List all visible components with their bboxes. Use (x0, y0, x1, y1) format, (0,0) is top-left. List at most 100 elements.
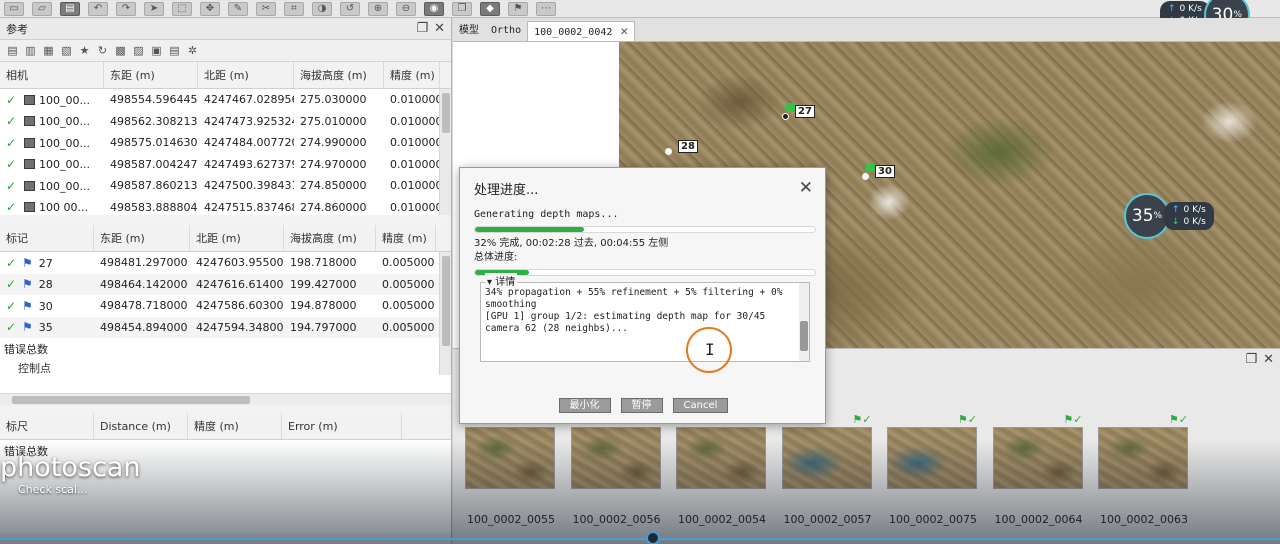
star-icon[interactable]: ★ (78, 44, 91, 57)
photo-thumbnail[interactable]: ⚑✓ 100_0002_0075 (887, 413, 979, 526)
redo-icon[interactable]: ↷ (116, 1, 136, 16)
photo-thumbnail[interactable]: ⚑✓ 100_0002_0057 (781, 413, 874, 526)
table-row[interactable]: ✓ 100_00... 498575.014630 4247484.007720 274… (0, 132, 451, 154)
marker-table-hscroll[interactable] (0, 393, 451, 405)
zoom-out-icon[interactable]: ⊖ (396, 1, 416, 16)
col-easting[interactable]: 东距 (m) (104, 62, 198, 88)
pause-button[interactable]: 暂停 (620, 398, 663, 413)
col-northing[interactable]: 北距 (m) (198, 62, 294, 88)
rotate-icon[interactable]: ◑ (312, 1, 332, 16)
cancel-button[interactable]: Cancel (672, 398, 729, 413)
table-row[interactable]: ✓ ⚑ 28 498464.142000 4247616.614000 199.42700… (0, 273, 451, 295)
table-row[interactable]: ✓ ⚑ 27 498481.297000 4247603.955000 198.71800… (0, 252, 451, 274)
checkbox-icon[interactable]: ✓ (6, 93, 20, 107)
settings-tools-icon[interactable]: ✲ (186, 44, 199, 57)
table-edit-icon[interactable]: ▨ (132, 44, 145, 57)
photo-thumbnail[interactable]: ⚑✓ 100_0002_0064 (992, 413, 1085, 526)
reset-icon[interactable]: ↺ (340, 1, 360, 16)
pointer-icon[interactable]: ➤ (144, 1, 164, 16)
table-row[interactable]: ✓ 100_00... 498587.860213 4247500.398431 274… (0, 175, 451, 197)
camera-table-scrollbar[interactable] (439, 89, 451, 215)
cut-icon[interactable]: ✂ (256, 1, 276, 16)
crop-icon[interactable]: ⌗ (284, 1, 304, 16)
col-marker[interactable]: 标记 (0, 225, 94, 251)
table-row[interactable]: ✓ 100 00... 498583.888804 4247515.837468 274… (0, 197, 451, 219)
checkbox-icon[interactable]: ✓ (6, 157, 20, 171)
checkbox-icon[interactable]: ✓ (6, 299, 20, 313)
video-progress-knob[interactable] (646, 531, 660, 544)
table-row[interactable]: ✓ 100_00... 498554.596445 4247467.028956 275… (0, 89, 451, 111)
save-icon[interactable]: ▤ (60, 1, 80, 16)
checkbox-icon[interactable]: ✓ (6, 200, 20, 214)
aligned-flag-check-icon: ⚑✓ (957, 413, 977, 426)
col-accuracy[interactable]: 精度 (m) (384, 62, 440, 88)
col-marker-accuracy[interactable]: 精度 (m) (376, 225, 436, 251)
camera-icon (24, 159, 35, 170)
video-progress-line[interactable] (0, 538, 1280, 540)
table-row[interactable]: ✓ 100_00... 498562.308213 4247473.925324 275… (0, 111, 451, 133)
upload-unit: K/s (1188, 4, 1202, 14)
checkbox-icon[interactable]: ✓ (6, 179, 20, 193)
check-scale-label[interactable]: Check scal... (18, 483, 87, 496)
refresh-icon[interactable]: ↻ (96, 44, 109, 57)
marker-27[interactable]: 27 (782, 103, 815, 120)
photo-thumbnail[interactable]: ⚑✓100_0002_0056 (570, 413, 663, 526)
close-photos-icon[interactable]: ✕ (1263, 352, 1274, 367)
open-icon[interactable]: ▱ (32, 1, 52, 16)
checkbox-icon[interactable]: ✓ (6, 114, 20, 128)
details-toggle[interactable]: ▾ 详情 (485, 273, 518, 288)
move-icon[interactable]: ✥ (200, 1, 220, 16)
checkbox-icon[interactable]: ✓ (6, 136, 20, 150)
mesh-icon[interactable]: ◆ (480, 1, 500, 16)
checkbox-icon[interactable]: ✓ (6, 256, 20, 270)
marker-28[interactable]: 28 (665, 140, 698, 155)
camera-icon[interactable]: ◉ (424, 1, 444, 16)
col-altitude[interactable]: 海拔高度 (m) (294, 62, 384, 88)
float-panel-icon[interactable]: ❐ (416, 21, 428, 36)
table-icon[interactable]: ▩ (114, 44, 127, 57)
photo-thumbnail[interactable]: ⚑✓100_0002_0054 (676, 413, 768, 526)
details-log[interactable]: 34% propagation + 55% refinement + 5% fi… (481, 283, 809, 335)
undo-icon[interactable]: ↶ (88, 1, 108, 16)
col-scale-accuracy[interactable]: 精度 (m) (188, 413, 282, 439)
col-scalebar[interactable]: 标尺 (0, 413, 94, 439)
select-rect-icon[interactable]: ⬚ (172, 1, 192, 16)
dots-icon[interactable]: ⋯ (536, 1, 556, 16)
table-row[interactable]: ✓ 100_00... 498587.004247 4247493.627379 274… (0, 154, 451, 176)
marker-30[interactable]: 30 (862, 163, 895, 180)
table-row[interactable]: ✓ ⚑ 35 498454.894000 4247594.348000 194.79700… (0, 316, 451, 338)
minimize-button[interactable]: 最小化 (558, 398, 611, 413)
zoom-in-icon[interactable]: ⊕ (368, 1, 388, 16)
float-photos-icon[interactable]: ❐ (1245, 352, 1257, 367)
table-calc-icon[interactable]: ▣ (150, 44, 163, 57)
marker-table-scrollbar[interactable] (439, 252, 451, 375)
photo-thumbnail[interactable]: ⚑✓100_0002_0055 (465, 413, 557, 526)
tab-ortho[interactable]: Ortho (485, 21, 527, 41)
col-distance[interactable]: Distance (m) (94, 413, 188, 439)
table-view-icon[interactable]: ▤ (168, 44, 181, 57)
control-points-label[interactable]: 控制点 (0, 360, 451, 376)
col-marker-northing[interactable]: 北距 (m) (190, 225, 284, 251)
dialog-close-icon[interactable]: ✕ (799, 178, 813, 198)
layers-icon[interactable]: ❐ (452, 1, 472, 16)
checkbox-icon[interactable]: ✓ (6, 277, 20, 291)
ruler-icon[interactable]: ✎ (228, 1, 248, 16)
details-scrollbar[interactable] (799, 283, 809, 361)
close-panel-icon[interactable]: ✕ (434, 21, 445, 36)
flag-icon[interactable]: ⚑ (508, 1, 528, 16)
close-tab-icon[interactable]: ✕ (620, 24, 628, 39)
tab-photo[interactable]: 100_0002_0042 ✕ (527, 21, 636, 41)
photo-thumbnail[interactable]: ⚑✓ 100_0002_0063 (1098, 413, 1190, 526)
checkbox-icon[interactable]: ✓ (6, 320, 20, 334)
col-marker-altitude[interactable]: 海拔高度 (m) (284, 225, 376, 251)
new-icon[interactable]: ▭ (4, 1, 24, 16)
col-camera[interactable]: 相机 (0, 62, 104, 88)
col-error[interactable]: Error (m) (282, 413, 402, 439)
table-row[interactable]: ✓ ⚑ 30 498478.718000 4247586.603000 194.87800… (0, 295, 451, 317)
convert-icon[interactable]: ▦ (42, 44, 55, 57)
optimize-icon[interactable]: ▧ (60, 44, 73, 57)
import-icon[interactable]: ▤ (6, 44, 19, 57)
col-marker-easting[interactable]: 东距 (m) (94, 225, 190, 251)
export-icon[interactable]: ▥ (24, 44, 37, 57)
tab-model[interactable]: 模型 (453, 21, 485, 41)
